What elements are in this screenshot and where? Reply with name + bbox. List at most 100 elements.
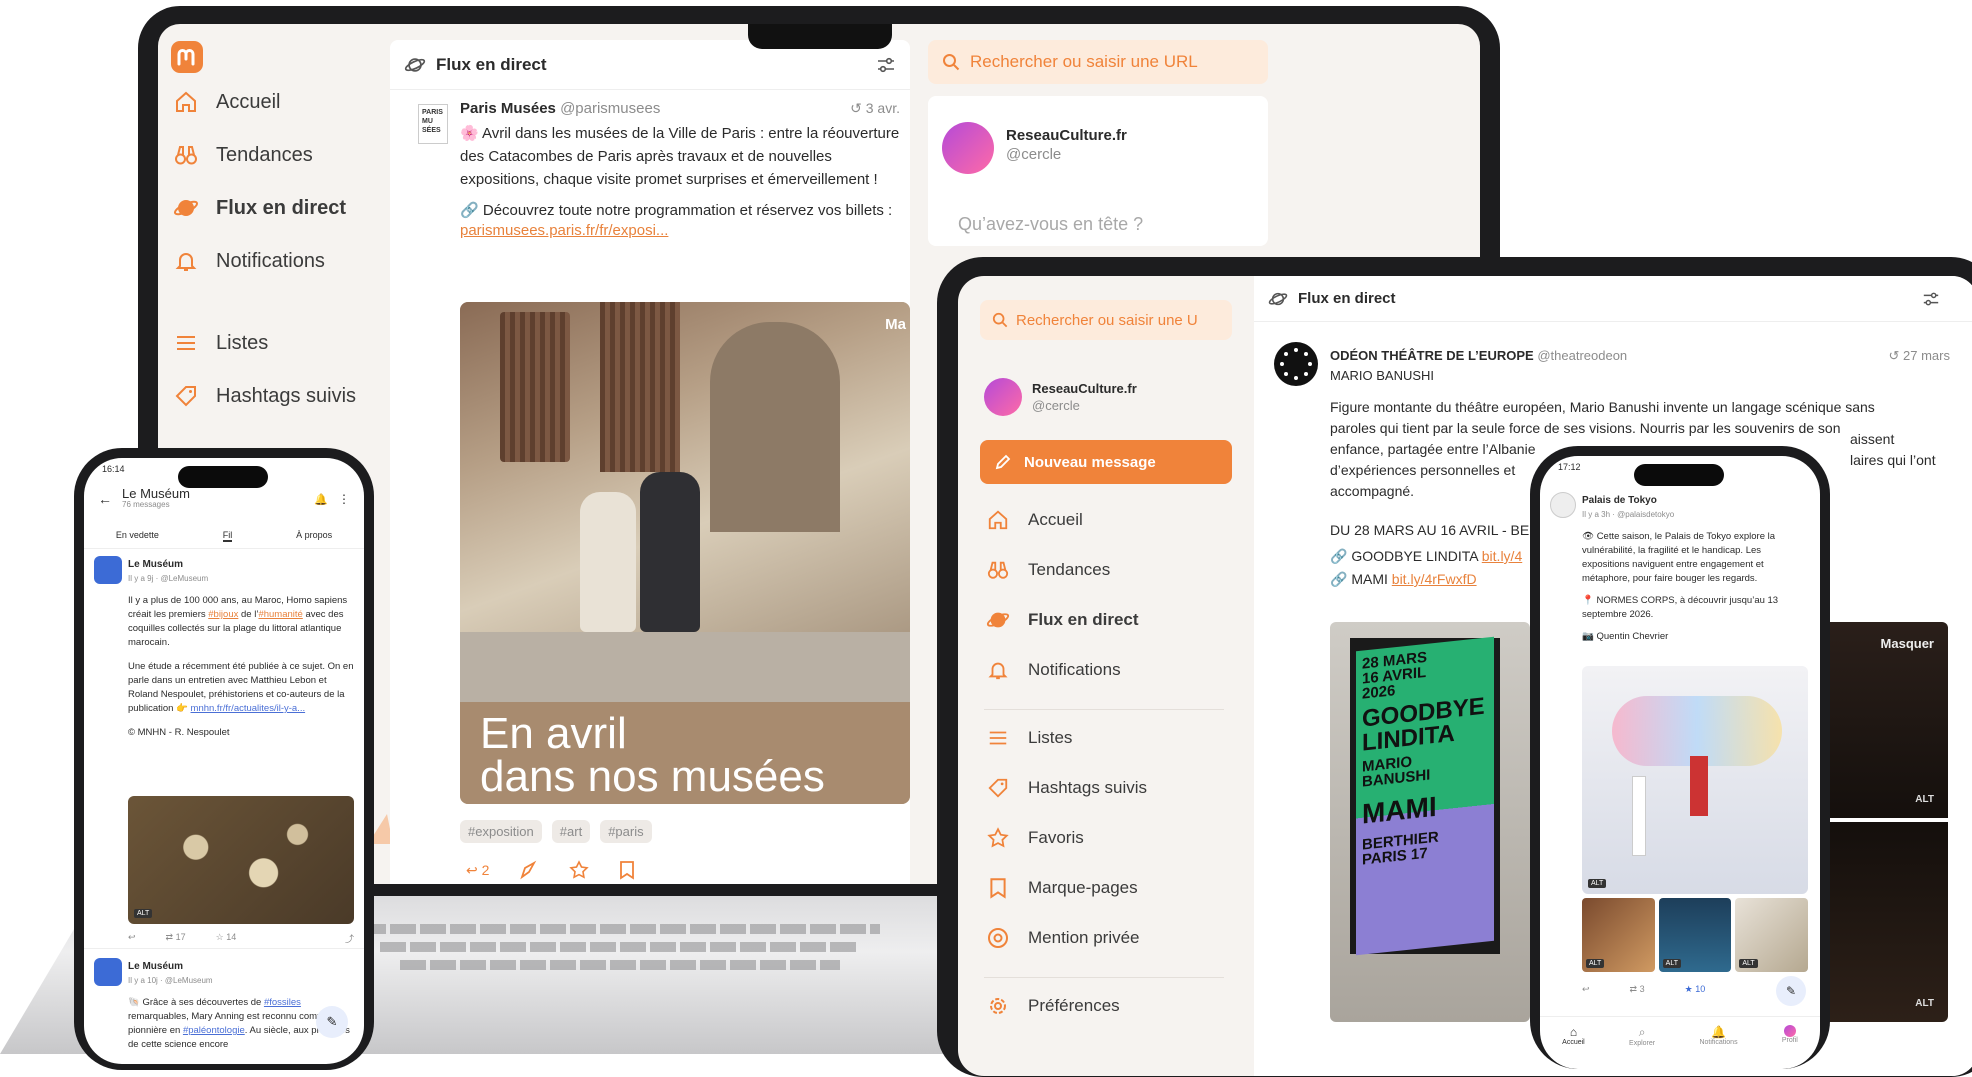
avatar[interactable]: PARIS MU SÉES [418, 104, 448, 144]
alt-badge[interactable]: ALT [1588, 879, 1607, 888]
avatar[interactable] [94, 556, 122, 584]
nav-item-marque-pages[interactable]: Marque-pages [984, 868, 1224, 908]
nav-item-notifications[interactable]: Notifications [984, 650, 1224, 690]
nav-item-listes[interactable]: Listes [984, 718, 1224, 758]
search-input[interactable]: Rechercher ou saisir une U [980, 300, 1232, 340]
tag[interactable]: #paris [600, 820, 652, 843]
nav-item-accueil[interactable]: Accueil [984, 500, 1224, 540]
nav-item-hashtags[interactable]: Hashtags suivis [172, 382, 356, 410]
avatar[interactable] [1274, 342, 1318, 386]
reply-button[interactable]: ↩ [128, 932, 136, 945]
tab-home[interactable]: ⌂ Accueil [1562, 1025, 1585, 1069]
nav-label: Notifications [1028, 660, 1121, 679]
mastodon-logo-icon[interactable] [170, 40, 204, 76]
post-link[interactable]: bit.ly/4rFwxfD [1392, 571, 1477, 587]
boost-button[interactable]: ⇄ 17 [166, 932, 186, 945]
boost-button[interactable]: ⇄ 3 [1630, 984, 1645, 995]
nav-item-flux[interactable]: Flux en direct [984, 600, 1224, 640]
nav-item-hashtags[interactable]: Hashtags suivis [984, 768, 1224, 808]
alt-badge[interactable]: ALT [1915, 794, 1934, 805]
new-post-button[interactable]: Nouveau message [980, 440, 1232, 484]
thumbnail[interactable]: ALT [1735, 898, 1809, 972]
avatar[interactable] [1550, 492, 1576, 518]
alt-badge[interactable]: ALT [1662, 959, 1681, 968]
hashtag-link[interactable]: #bijoux [208, 609, 238, 620]
avatar[interactable] [984, 378, 1022, 416]
alt-badge[interactable]: ALT [1915, 998, 1934, 1009]
poster-text: MAMI [1362, 790, 1437, 830]
nav-label: Flux en direct [1028, 610, 1139, 629]
list-icon [984, 724, 1012, 752]
nav-item-notifications[interactable]: Notifications [172, 247, 356, 275]
boost-icon[interactable] [519, 860, 539, 880]
link-icon: 🔗 [460, 202, 483, 219]
avatar[interactable] [94, 958, 122, 986]
tab-profile[interactable]: Profil [1782, 1025, 1798, 1069]
post-image[interactable]: Ma En avril dans nos musées [460, 302, 910, 804]
nav-item-preferences[interactable]: Préférences [984, 986, 1224, 1026]
tab-featured[interactable]: En vedette [116, 530, 159, 542]
hashtag-link[interactable]: #paléontologie [183, 1025, 245, 1036]
compose-fab-icon[interactable]: ✎ [316, 1006, 348, 1038]
post-meta: Il y a 10j · @LeMuseum [128, 976, 213, 985]
avatar[interactable] [942, 122, 994, 174]
post-time[interactable]: ↺ 3 avr. [850, 100, 900, 117]
reply-button[interactable]: ↩ [1582, 984, 1590, 995]
post-author[interactable]: Palais de Tokyo [1582, 495, 1657, 506]
nav-item-tendances[interactable]: Tendances [172, 141, 356, 169]
star-icon[interactable] [569, 860, 590, 880]
tab-explore[interactable]: ⌕ Explorer [1629, 1025, 1655, 1069]
bookmark-icon[interactable] [619, 860, 635, 880]
post-link[interactable]: mnhn.fr/fr/actualites/il-y-a... [191, 703, 306, 714]
tab-feed[interactable]: Fil [222, 530, 233, 542]
favourite-button[interactable]: ☆ 14 [216, 932, 237, 945]
hide-media-button[interactable]: Masquer [1881, 636, 1934, 651]
post-link[interactable]: parismusees.paris.fr/fr/exposi... [460, 222, 668, 239]
nav-item-flux[interactable]: Flux en direct [172, 194, 356, 222]
compose-input[interactable]: Qu’avez-vous en tête ? [958, 214, 1143, 235]
favourite-button[interactable]: ★ 10 [1685, 984, 1706, 995]
post-time[interactable]: ↺ 27 mars [1889, 348, 1950, 364]
hashtag-link[interactable]: #humanité [258, 609, 302, 620]
post-author[interactable]: ODÉON THÉÂTRE DE L’EUROPE [1330, 348, 1534, 364]
post: Paris Musées @parismusees ↺ 3 avr. 🌸 Avr… [460, 100, 900, 240]
back-icon[interactable]: ← [98, 491, 112, 507]
account-name: ReseauCulture.fr [1006, 127, 1127, 144]
nav-label: Marque-pages [1028, 878, 1138, 897]
nav-item-tendances[interactable]: Tendances [984, 550, 1224, 590]
compose-fab-icon[interactable]: ✎ [1776, 976, 1806, 1006]
post-image[interactable]: ALT [1582, 666, 1808, 894]
post-header: Paris Musées @parismusees ↺ 3 avr. [460, 100, 900, 117]
tab-notifications[interactable]: 🔔 Notifications [1699, 1025, 1737, 1069]
filter-settings-icon[interactable] [1922, 290, 1940, 308]
tag[interactable]: #art [551, 820, 591, 843]
more-icon[interactable]: ⋮ [338, 492, 350, 506]
share-icon[interactable]: ⤴ [345, 932, 354, 945]
post-link[interactable]: bit.ly/4 [1482, 548, 1522, 564]
search-input[interactable]: Rechercher ou saisir une URL [928, 40, 1268, 84]
post-author[interactable]: Le Muséum [128, 559, 183, 570]
laptop-notch [748, 24, 892, 49]
nav-item-listes[interactable]: Listes [172, 329, 356, 357]
link-icon: 🔗 [1330, 571, 1352, 587]
filter-settings-icon[interactable] [876, 55, 896, 75]
tab-about[interactable]: À propos [296, 530, 332, 542]
post-author[interactable]: Le Muséum [128, 961, 183, 972]
tag[interactable]: #exposition [460, 820, 542, 843]
post-image[interactable]: ALT [128, 796, 354, 924]
nav-item-favoris[interactable]: Favoris [984, 818, 1224, 858]
boost-count: 3 [1639, 984, 1645, 994]
bell-icon[interactable]: 🔔 [314, 493, 328, 506]
alt-badge[interactable]: ALT [1586, 959, 1605, 968]
alt-badge[interactable]: ALT [1739, 959, 1758, 968]
post-author[interactable]: Paris Musées [460, 100, 556, 117]
hashtag-link[interactable]: #fossiles [264, 997, 301, 1008]
thumbnail[interactable]: ALT [1582, 898, 1655, 972]
thumbnail[interactable]: ALT [1658, 898, 1732, 972]
nav-item-mention[interactable]: Mention privée [984, 918, 1224, 958]
alt-badge[interactable]: ALT [134, 909, 153, 918]
nav-item-accueil[interactable]: Accueil [172, 88, 356, 116]
reply-button[interactable]: ↩ 2 [466, 862, 489, 879]
post-image[interactable]: 28 MARS 16 AVRIL 2026 GOODBYE LINDITA MA… [1330, 622, 1530, 1022]
pencil-icon [994, 453, 1012, 471]
